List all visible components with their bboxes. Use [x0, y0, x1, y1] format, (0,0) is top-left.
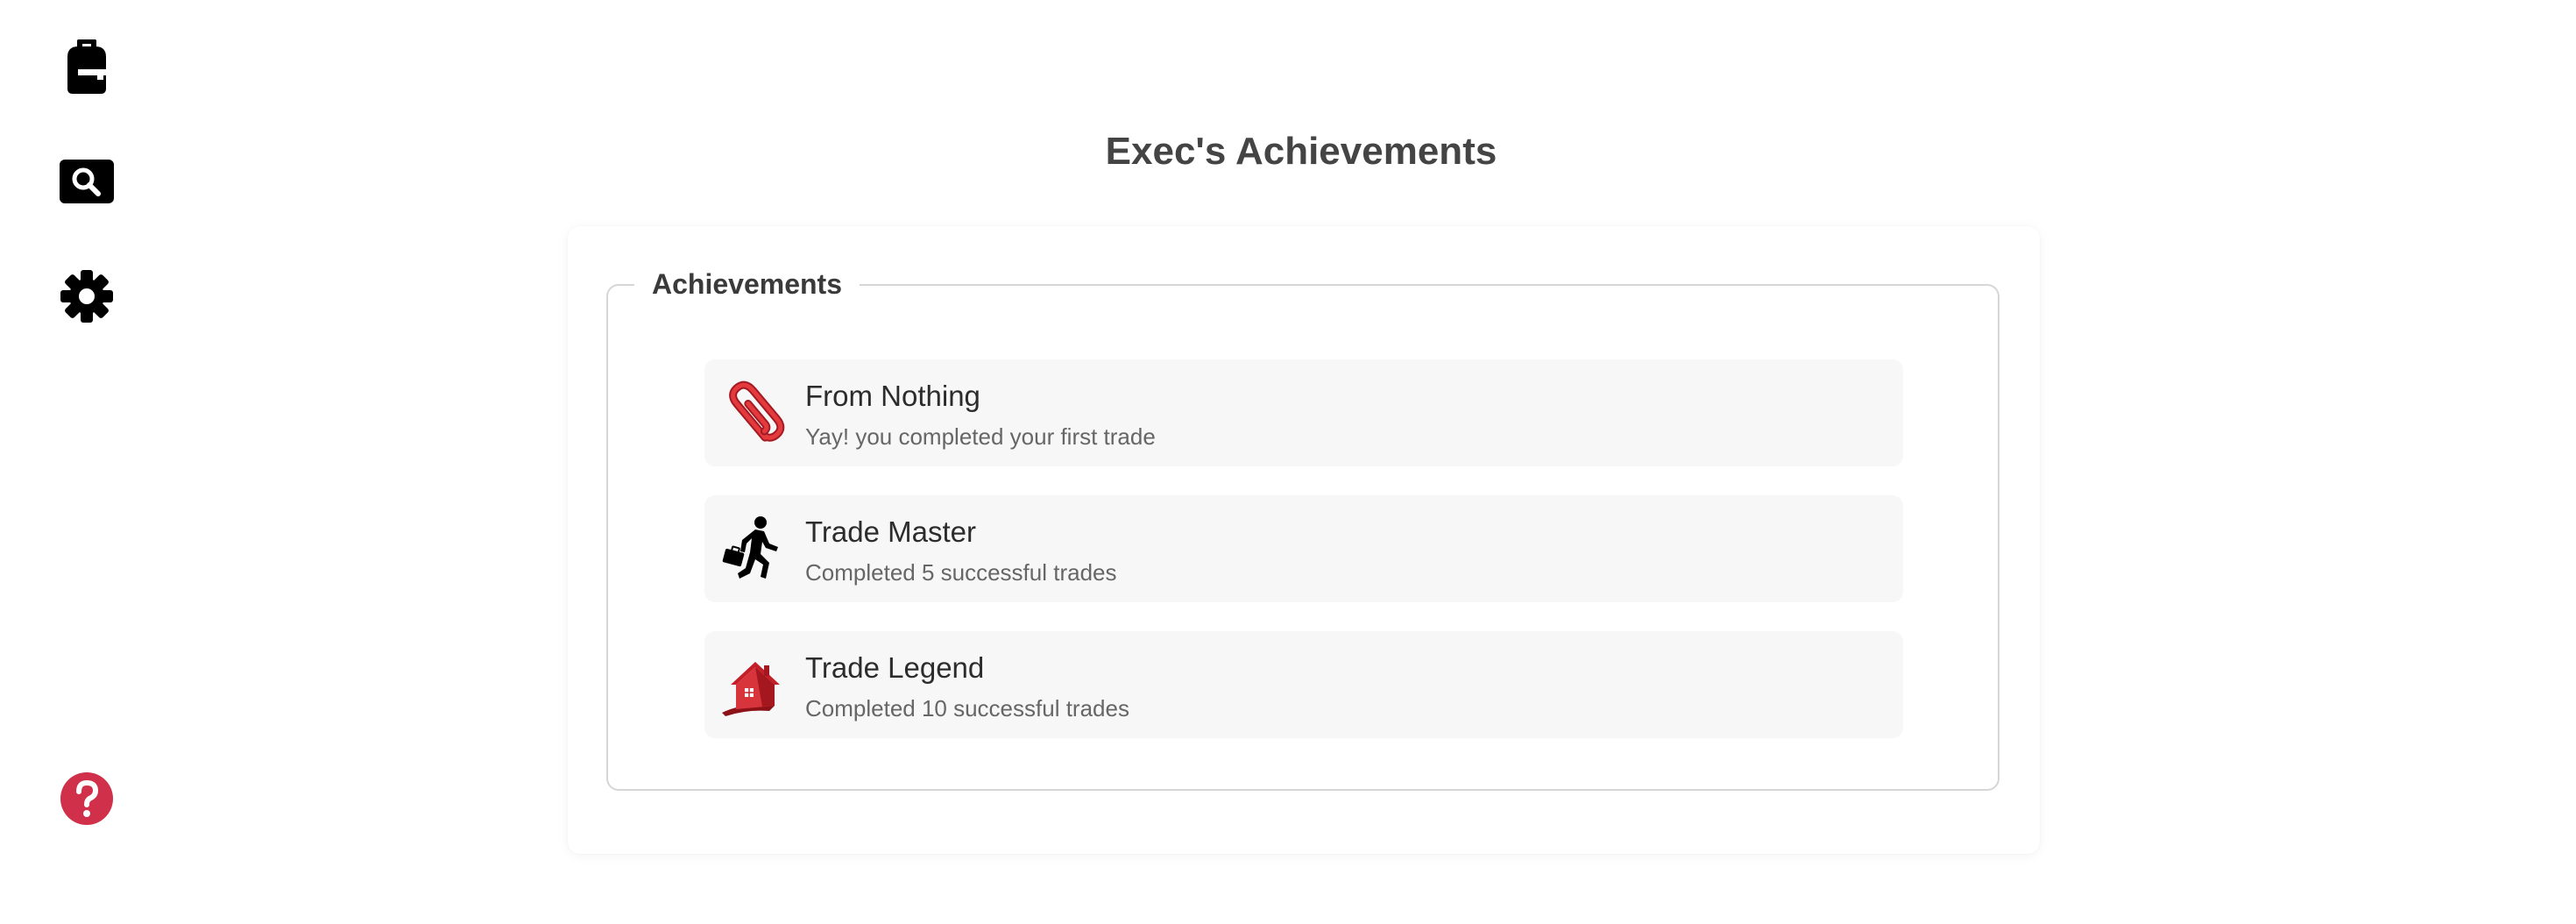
achievements-card: Achievements From Nothing Yay! you compl…	[568, 226, 2040, 854]
achievement-item[interactable]: From Nothing Yay! you completed your fir…	[704, 359, 1903, 466]
achievement-item[interactable]: Trade Master Completed 5 successful trad…	[704, 495, 1903, 602]
gear-icon	[60, 270, 113, 323]
achievement-title: Trade Master	[805, 515, 977, 548]
help-button[interactable]	[60, 771, 114, 826]
achievement-description: Yay! you completed your first trade	[805, 423, 1156, 450]
paperclip-icon	[729, 380, 785, 442]
achievement-list: From Nothing Yay! you completed your fir…	[704, 359, 1903, 767]
achievement-title: Trade Legend	[805, 651, 985, 684]
achievement-description: Completed 10 successful trades	[805, 695, 1129, 721]
red-house-icon	[722, 662, 780, 716]
achievement-title: From Nothing	[805, 380, 980, 412]
page-title: Exec's Achievements	[1105, 130, 1497, 173]
backpack-icon	[67, 39, 106, 94]
settings-button[interactable]	[60, 269, 114, 323]
achievement-item[interactable]: Trade Legend Completed 10 successful tra…	[704, 631, 1903, 738]
help-icon	[60, 772, 113, 825]
running-businessman-icon	[722, 516, 778, 579]
backpack-button[interactable]	[60, 39, 114, 94]
achievements-fieldset: Achievements From Nothing Yay! you compl…	[606, 267, 1999, 791]
achievements-legend: Achievements	[634, 267, 860, 302]
achievement-description: Completed 5 successful trades	[805, 559, 1117, 586]
